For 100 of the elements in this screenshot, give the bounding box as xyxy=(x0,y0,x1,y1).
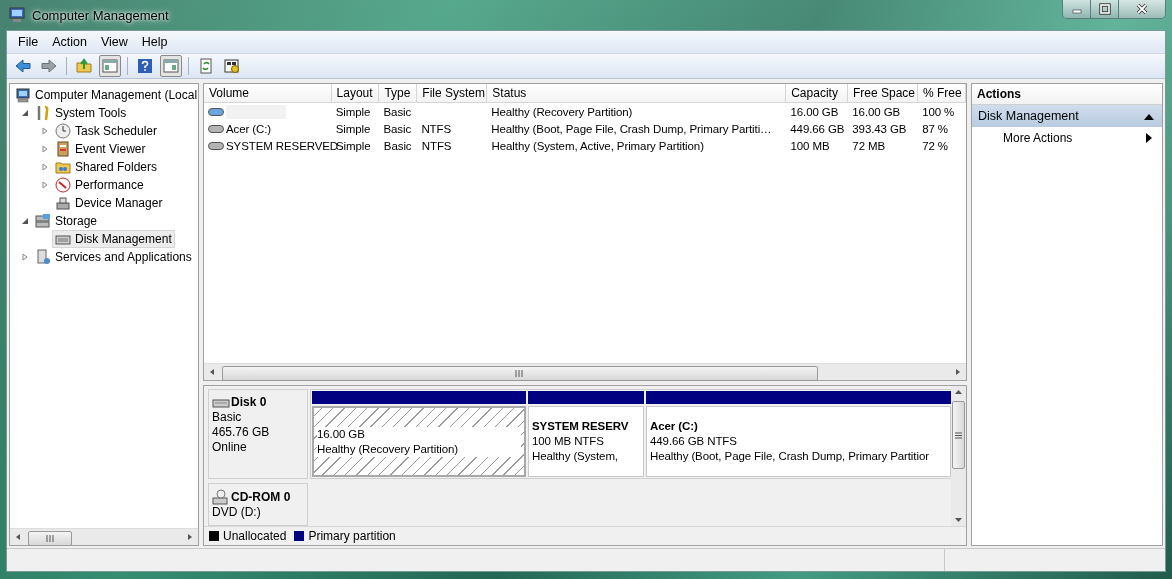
collapse-arrow-icon[interactable] xyxy=(21,109,29,117)
expand-arrow-icon[interactable] xyxy=(41,127,49,135)
tree-item-label: Storage xyxy=(55,214,98,228)
table-cell: Simple xyxy=(336,139,371,152)
folder-icon xyxy=(55,159,71,175)
expand-arrow-icon[interactable] xyxy=(41,163,49,171)
grip-icon xyxy=(515,369,525,377)
partition-block[interactable]: SYSTEM RESERV 100 MB NTFS Healthy (System, xyxy=(528,406,644,477)
column-header[interactable]: Volume xyxy=(204,84,332,102)
services-icon xyxy=(35,249,51,265)
tree-item[interactable]: Event Viewer xyxy=(52,140,149,158)
column-header[interactable]: Capacity xyxy=(786,84,848,102)
tree-item[interactable]: Storage xyxy=(32,212,101,230)
properties-icon xyxy=(223,57,241,75)
legend-swatch xyxy=(209,531,219,541)
legend-swatch xyxy=(294,531,305,541)
submenu-arrow-icon xyxy=(1146,133,1152,143)
table-cell: 72 MB xyxy=(852,139,886,152)
maximize-button[interactable] xyxy=(1090,0,1118,18)
disk-info: Online xyxy=(212,440,248,455)
expand-arrow-icon[interactable] xyxy=(21,253,29,261)
tree-item[interactable]: Shared Folders xyxy=(52,158,161,176)
tree-item[interactable]: System Tools xyxy=(32,104,130,122)
help-icon xyxy=(136,57,154,75)
column-header[interactable]: Layout xyxy=(331,84,380,102)
menu-item[interactable]: View xyxy=(93,33,135,51)
disk-name: CD-ROM 0 xyxy=(231,489,291,505)
forward-icon xyxy=(40,57,58,75)
partition-status: Healthy (System, xyxy=(532,449,619,464)
horizontal-scrollbar[interactable] xyxy=(10,528,198,545)
table-cell: Healthy (Recovery Partition) xyxy=(491,105,633,118)
computer-icon xyxy=(15,87,31,103)
tree-item[interactable]: Services and Applications xyxy=(32,248,195,266)
tree-item[interactable]: Task Scheduler xyxy=(52,122,161,140)
partition-name: SYSTEM RESERV xyxy=(532,419,630,434)
column-header[interactable]: Free Space xyxy=(848,84,918,102)
horizontal-scrollbar[interactable] xyxy=(204,363,966,380)
column-header[interactable]: File System xyxy=(417,84,488,102)
expand-arrow-icon[interactable] xyxy=(41,181,49,189)
action-section-header[interactable]: Disk Management xyxy=(972,105,1162,127)
scroll-right-icon[interactable] xyxy=(186,532,194,542)
partition-block[interactable]: 16.00 GB Healthy (Recovery Partition) xyxy=(312,406,526,477)
close-button[interactable] xyxy=(1118,0,1165,18)
gauge-icon xyxy=(55,177,71,193)
table-cell: Acer (C:) xyxy=(226,122,272,135)
vertical-scrollbar[interactable] xyxy=(951,386,966,526)
column-header[interactable]: Type xyxy=(379,84,418,102)
action-pane-icon xyxy=(162,57,180,75)
scroll-left-icon[interactable] xyxy=(14,532,22,542)
table-cell: 100 MB xyxy=(790,139,830,152)
drive-icon xyxy=(208,123,224,134)
device-icon xyxy=(55,195,71,211)
computer-icon xyxy=(8,6,26,24)
tree-item[interactable]: Disk Management xyxy=(52,230,175,248)
scroll-left-icon[interactable] xyxy=(208,367,216,377)
maximize-icon xyxy=(1097,3,1112,15)
disk-info: 465.76 GB xyxy=(212,425,271,440)
action-item[interactable]: More Actions xyxy=(972,127,1162,149)
column-header[interactable]: % Free xyxy=(918,84,966,102)
tree-item-label: System Tools xyxy=(55,106,127,120)
partition-block[interactable]: Acer (C:) 449.66 GB NTFS Healthy (Boot, Page File, Crash Dump, Primary Partitior xyxy=(646,406,951,477)
scroll-down-icon[interactable] xyxy=(954,517,963,523)
refresh-icon xyxy=(197,57,215,75)
drive-icon xyxy=(208,106,224,117)
legend-label: Unallocated xyxy=(223,529,287,543)
action-pane-button[interactable] xyxy=(160,55,182,77)
menu-item[interactable]: Action xyxy=(45,33,94,51)
scroll-up-icon[interactable] xyxy=(954,389,963,395)
collapse-arrow-icon[interactable] xyxy=(21,217,29,225)
storage-icon xyxy=(35,213,51,229)
expand-arrow-icon[interactable] xyxy=(41,145,49,153)
menu-item[interactable]: File xyxy=(11,33,46,51)
tree-item[interactable]: Computer Management (Local xyxy=(12,86,198,104)
table-cell: Basic xyxy=(383,105,412,118)
table-cell: 87 % xyxy=(922,122,948,135)
table-cell: Healthy (System, Active, Primary Partition) xyxy=(491,139,704,152)
table-cell: 16.00 GB xyxy=(790,105,839,118)
log-icon xyxy=(55,141,71,157)
tree-item-label: Shared Folders xyxy=(75,160,158,174)
tree-item-label: Performance xyxy=(75,178,144,192)
minimize-button[interactable] xyxy=(1063,0,1090,18)
partition-size: 16.00 GB xyxy=(317,426,521,442)
tree-item[interactable]: Performance xyxy=(52,176,147,194)
legend-label: Primary partition xyxy=(308,529,396,543)
scroll-right-icon[interactable] xyxy=(954,367,962,377)
table-cell: 393.43 GB xyxy=(852,122,907,135)
table-cell: Basic xyxy=(383,139,412,152)
cd-drive-icon xyxy=(212,489,230,505)
menu-item[interactable]: Help xyxy=(134,33,175,51)
table-cell: NTFS xyxy=(421,139,452,152)
console-tree-button[interactable] xyxy=(99,55,121,77)
table-cell: Basic xyxy=(383,122,412,135)
partition-name: Acer (C:) xyxy=(650,419,699,434)
disk-info: Basic xyxy=(212,410,243,425)
column-header[interactable]: Status xyxy=(487,84,787,102)
table-cell: NTFS xyxy=(421,122,452,135)
tools-icon xyxy=(35,105,51,121)
clock-icon xyxy=(55,123,71,139)
table-cell: 72 % xyxy=(922,139,948,152)
tree-item[interactable]: Device Manager xyxy=(52,194,166,212)
